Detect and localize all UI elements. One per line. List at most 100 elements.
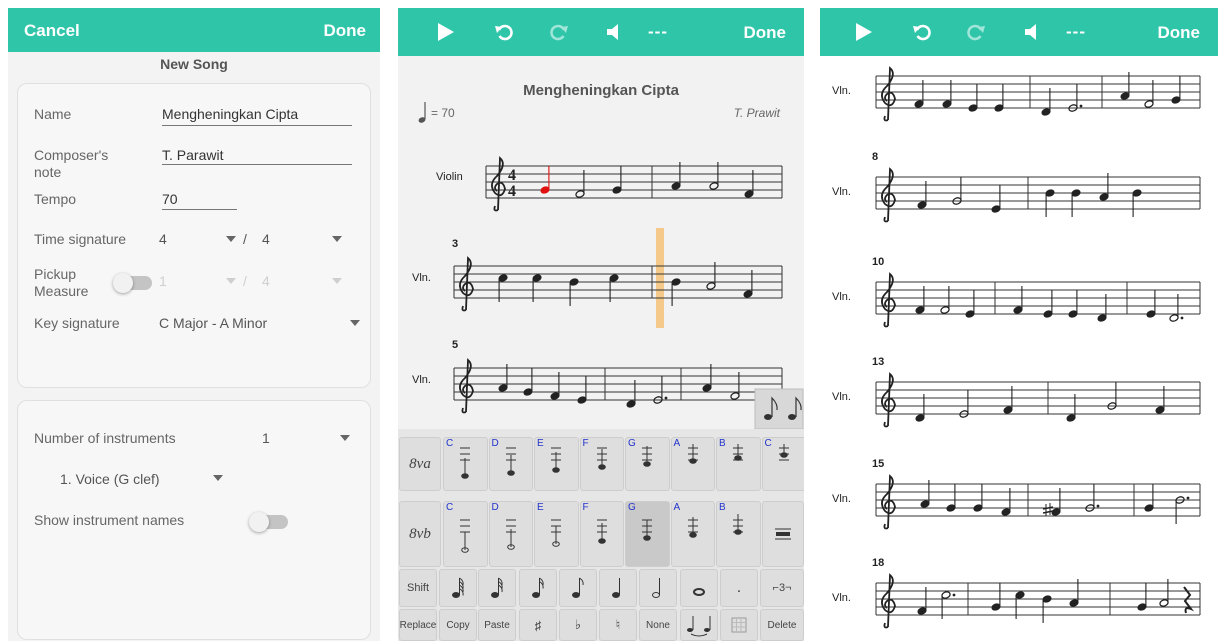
delete-key[interactable]: Delete (760, 609, 804, 641)
new-song-panel: Cancel Done New Song Name Mengheningkan … (8, 8, 380, 641)
note (965, 290, 975, 318)
note-key-high-c[interactable]: C (761, 437, 804, 491)
note-key-high-b[interactable]: B (716, 437, 761, 491)
note (991, 583, 1001, 611)
pickup-denominator-select[interactable]: 4 (262, 273, 270, 289)
duration-note-icon (652, 578, 660, 598)
pitch-glyph-icon (505, 447, 516, 476)
key-label: 8vb (409, 525, 431, 542)
note-key-high-e[interactable]: E (534, 437, 579, 491)
instruments-card: Number of instruments 1 1. Voice (G clef… (17, 400, 371, 640)
duration-key[interactable] (559, 569, 597, 607)
ottava-bassa-key[interactable]: 8vb (399, 501, 441, 567)
key-label: Shift (406, 582, 429, 594)
instrument-label: Vln. (832, 391, 851, 403)
rest-icon (774, 528, 791, 540)
note-key-high-c[interactable]: C (443, 437, 488, 491)
tempo-input[interactable]: 70 (162, 191, 178, 207)
triplet-key[interactable]: ⌐3¬ (760, 569, 804, 607)
pitch-glyph-icon (596, 519, 607, 544)
paste-key[interactable]: Paste (478, 609, 516, 641)
time-sig-denominator-select[interactable]: 4 (262, 231, 270, 247)
chevron-down-icon[interactable] (213, 475, 223, 481)
note (1144, 484, 1154, 512)
pitch-glyph-icon (460, 447, 471, 479)
flat-key[interactable]: ♭ (559, 609, 597, 641)
score-canvas[interactable]: 4 4 (398, 8, 804, 429)
note (1043, 290, 1053, 318)
note (968, 84, 978, 112)
chevron-down-icon[interactable] (340, 435, 350, 441)
chevron-down-icon[interactable] (226, 278, 236, 284)
duration-key[interactable] (680, 569, 718, 607)
number-of-instruments-select[interactable]: 1 (262, 430, 270, 446)
note-key-low-a[interactable]: A (670, 501, 715, 567)
note (1146, 290, 1156, 318)
cancel-button[interactable]: Cancel (24, 21, 80, 41)
note-key-high-g[interactable]: G (625, 437, 670, 491)
note-letter: E (537, 502, 544, 513)
measure-number: 8 (872, 151, 879, 163)
pickup-numerator-select[interactable]: 1 (159, 273, 167, 289)
none-key[interactable]: None (639, 609, 677, 641)
note-letter: C (446, 502, 454, 513)
natural-key[interactable]: ♮ (599, 609, 637, 641)
instrument-label: Vln. (832, 592, 851, 604)
replace-key[interactable]: Replace (399, 609, 437, 641)
key-label: ♮ (615, 617, 621, 632)
key-label: None (646, 619, 670, 631)
note-key-low-e[interactable]: E (534, 501, 579, 567)
duration-key[interactable] (439, 569, 477, 607)
chevron-down-icon[interactable] (226, 236, 236, 242)
note (612, 166, 622, 194)
ottava-alta-key[interactable]: 8va (399, 437, 441, 491)
measure-number: 13 (872, 356, 885, 368)
note-key-low-g[interactable]: G (625, 501, 670, 567)
key-label: Delete (767, 619, 797, 631)
composer-input[interactable]: T. Parawit (162, 147, 223, 163)
tie-key[interactable] (680, 609, 718, 641)
duration-key[interactable] (519, 569, 557, 607)
instrument-select[interactable]: 1. Voice (G clef) (60, 471, 160, 487)
note (946, 484, 956, 512)
playback-cursor (656, 228, 664, 328)
note-key-low-c[interactable]: C (443, 501, 488, 567)
score-canvas[interactable] (820, 8, 1218, 641)
key-label: Paste (484, 619, 510, 631)
chevron-down-icon[interactable] (350, 320, 360, 326)
pitch-glyph-icon (778, 444, 789, 461)
name-input[interactable]: Mengheningkan Cipta (162, 106, 298, 122)
note (973, 484, 983, 512)
show-instrument-names-toggle[interactable] (249, 512, 288, 532)
note-key-high-a[interactable]: A (670, 437, 715, 491)
done-button[interactable]: Done (324, 21, 367, 41)
note-letter: D (491, 438, 499, 449)
time-sig-numerator-select[interactable]: 4 (159, 231, 167, 247)
shift-key[interactable]: Shift (399, 569, 437, 607)
pitch-glyph-icon (551, 519, 562, 547)
note-key-low-d[interactable]: D (488, 501, 533, 567)
sharp-key[interactable]: ♯ (519, 609, 557, 641)
screen-title: New Song (160, 56, 228, 72)
note-letter: C (764, 438, 772, 449)
chevron-down-icon[interactable] (332, 236, 342, 242)
note-key-low-b[interactable]: B (716, 501, 761, 567)
duration-key[interactable] (639, 569, 677, 607)
augmentation-dot (664, 396, 668, 400)
instrument-label: Vln. (832, 291, 851, 303)
dot-key[interactable]: . (720, 569, 758, 607)
note-key-low-f[interactable]: F (579, 501, 624, 567)
copy-key[interactable]: Copy (439, 609, 477, 641)
note-key-high-f[interactable]: F (579, 437, 624, 491)
rest-key[interactable] (761, 501, 804, 567)
duration-key[interactable] (599, 569, 637, 607)
chevron-down-icon[interactable] (332, 278, 342, 284)
note-key-high-d[interactable]: D (488, 437, 533, 491)
note (1045, 189, 1055, 217)
key-signature-select[interactable]: C Major - A Minor (159, 315, 267, 331)
grid-key[interactable] (720, 609, 758, 641)
pickup-measure-toggle[interactable] (113, 273, 152, 293)
duration-key[interactable] (478, 569, 516, 607)
time-signature-numerator: 4 (508, 167, 516, 184)
staff (875, 483, 1201, 517)
